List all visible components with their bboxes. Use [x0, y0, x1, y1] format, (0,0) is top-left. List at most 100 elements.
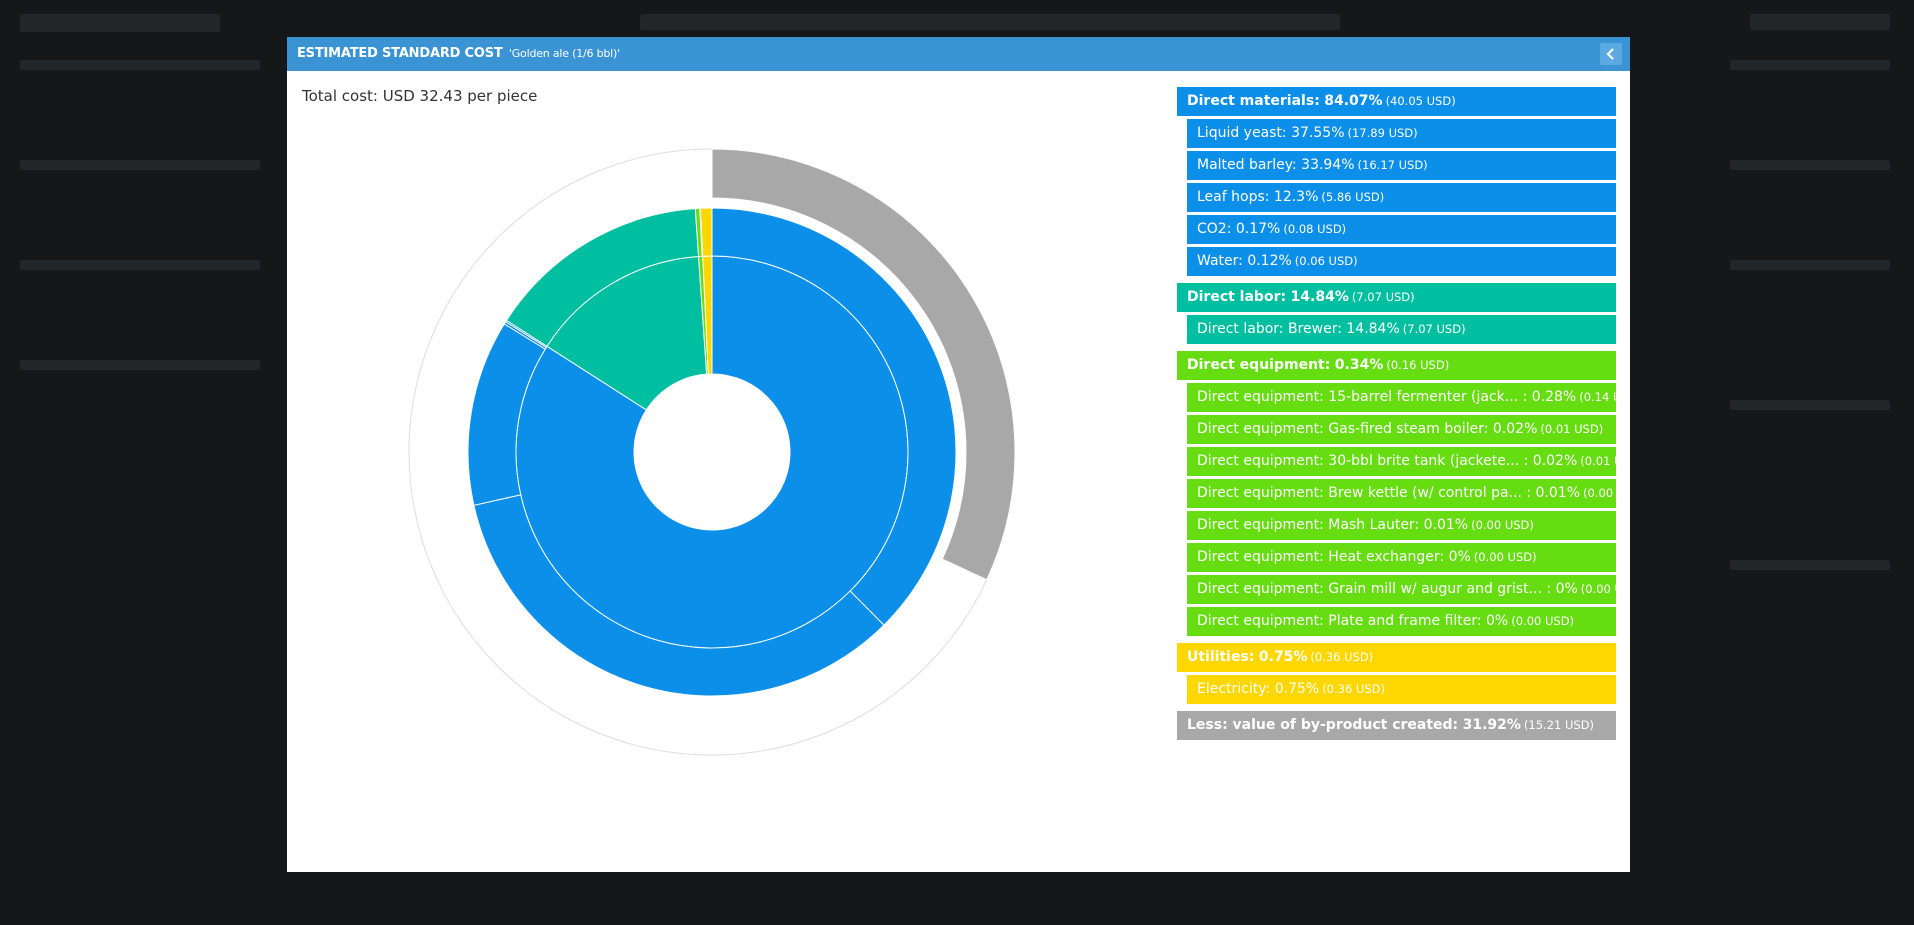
legend-amount: (7.07 USD)	[1351, 290, 1415, 304]
modal-header: ESTIMATED STANDARD COST 'Golden ale (1/6…	[287, 37, 1630, 71]
outer-slice-electricity[interactable]	[699, 207, 713, 257]
legend-percent: 33.94%	[1301, 157, 1355, 173]
legend-item-direct-equipment-mash-lauter[interactable]: Direct equipment: Mash Lauter: 0.01% (0.0…	[1187, 511, 1616, 540]
legend-label: Leaf hops:	[1197, 189, 1270, 205]
legend-item-direct-equipment-gas-fired-steam-boiler[interactable]: Direct equipment: Gas-fired steam boiler…	[1187, 415, 1616, 444]
legend-item-direct-equipment-30-bbl-brite-tank-jackete[interactable]: Direct equipment: 30-bbl brite tank (jac…	[1187, 447, 1616, 476]
legend-amount: (0.01 USD)	[1580, 454, 1616, 468]
modal-title: ESTIMATED STANDARD COST 'Golden ale (1/6…	[297, 37, 620, 71]
legend-item-co2[interactable]: CO2: 0.17% (0.08 USD)	[1187, 215, 1616, 244]
blurred-app-row	[20, 60, 260, 70]
legend-label: Direct equipment: Brew kettle (w/ contro…	[1197, 485, 1532, 501]
cost-sunburst-chart	[408, 148, 1016, 756]
legend-amount: (0.00 USD)	[1580, 582, 1616, 596]
blurred-app-row	[1730, 400, 1890, 410]
legend-item-liquid-yeast[interactable]: Liquid yeast: 37.55% (17.89 USD)	[1187, 119, 1616, 148]
blurred-app-row	[1730, 560, 1890, 570]
legend-amount: (0.00 USD)	[1473, 550, 1537, 564]
legend-amount: (0.14 USD)	[1579, 390, 1616, 404]
blurred-app-row	[1730, 60, 1890, 70]
legend-percent: 12.3%	[1273, 189, 1319, 205]
legend-item-water[interactable]: Water: 0.12% (0.06 USD)	[1187, 247, 1616, 276]
legend-label: Direct labor:	[1187, 289, 1287, 305]
legend-amount: (0.16 USD)	[1386, 358, 1450, 372]
legend-item-direct-equipment[interactable]: Direct equipment: 0.34% (0.16 USD)	[1177, 351, 1616, 380]
legend-percent: 0.75%	[1258, 649, 1308, 665]
legend-item-less-value-of-by-product-created[interactable]: Less: value of by-product created: 31.92…	[1177, 711, 1616, 740]
legend-group-direct-materials: Direct materials: 84.07% (40.05 USD) Liqui…	[1177, 87, 1616, 276]
blurred-app-header	[640, 14, 1340, 30]
legend-percent: 14.84%	[1346, 321, 1400, 337]
blurred-app-row	[1730, 260, 1890, 270]
blurred-app-toolbar	[1750, 14, 1890, 30]
legend-percent: 0.01%	[1423, 517, 1469, 533]
blurred-app-row	[20, 160, 260, 170]
legend-group-direct-labor: Direct labor: 14.84% (7.07 USD) Direct lab…	[1177, 283, 1616, 344]
legend-label: Less: value of by-product created:	[1187, 717, 1459, 733]
legend-amount: (0.36 USD)	[1322, 682, 1385, 696]
legend-label: Direct materials:	[1187, 93, 1320, 109]
legend-amount: (0.08 USD)	[1283, 222, 1347, 236]
legend-item-direct-materials[interactable]: Direct materials: 84.07% (40.05 USD)	[1177, 87, 1616, 116]
modal-subtitle: 'Golden ale (1/6 bbl)'	[508, 47, 620, 60]
legend-amount: (7.07 USD)	[1402, 322, 1466, 336]
legend-item-direct-equipment-plate-and-frame-filter[interactable]: Direct equipment: Plate and frame filter…	[1187, 607, 1616, 636]
legend-percent: 31.92%	[1462, 717, 1521, 733]
legend-item-direct-labor[interactable]: Direct labor: 14.84% (7.07 USD)	[1177, 283, 1616, 312]
legend-item-direct-equipment-heat-exchanger[interactable]: Direct equipment: Heat exchanger: 0% (0.0…	[1187, 543, 1616, 572]
legend-label: Direct equipment: Gas-fired steam boiler…	[1197, 421, 1489, 437]
legend-percent: 0.17%	[1235, 221, 1281, 237]
legend-percent: 0%	[1486, 613, 1509, 629]
legend-item-electricity[interactable]: Electricity: 0.75% (0.36 USD)	[1187, 675, 1616, 704]
legend-item-leaf-hops[interactable]: Leaf hops: 12.3% (5.86 USD)	[1187, 183, 1616, 212]
legend-amount: (5.86 USD)	[1321, 190, 1385, 204]
legend-percent: 37.55%	[1291, 125, 1345, 141]
legend-label: Water:	[1197, 253, 1243, 269]
legend-amount: (0.00 USD)	[1511, 614, 1575, 628]
legend-label: Direct labor: Brewer:	[1197, 321, 1342, 337]
legend-amount: (0.00 USD)	[1471, 518, 1534, 532]
legend-percent: 0.75%	[1274, 681, 1320, 697]
legend-label: Electricity:	[1197, 681, 1271, 697]
legend-amount: (0.06 USD)	[1294, 254, 1358, 268]
blurred-app-title	[20, 14, 220, 32]
blurred-app-row	[20, 360, 260, 370]
cost-modal: ESTIMATED STANDARD COST 'Golden ale (1/6…	[287, 37, 1630, 872]
legend-label: Direct equipment: Heat exchanger:	[1197, 549, 1445, 565]
legend-group-direct-equipment: Direct equipment: 0.34% (0.16 USD) Direct …	[1177, 351, 1616, 636]
blurred-app-row	[20, 260, 260, 270]
legend-amount: (0.01 USD)	[1540, 422, 1604, 436]
legend-label: Direct equipment: 15-barrel fermenter (j…	[1197, 389, 1528, 405]
cost-legend: Direct materials: 84.07% (40.05 USD) Liqui…	[1177, 87, 1616, 747]
legend-item-malted-barley[interactable]: Malted barley: 33.94% (16.17 USD)	[1187, 151, 1616, 180]
legend-item-utilities[interactable]: Utilities: 0.75% (0.36 USD)	[1177, 643, 1616, 672]
chevron-left-icon	[1606, 48, 1614, 60]
legend-item-direct-equipment-grain-mill-w-augur-and-grist[interactable]: Direct equipment: Grain mill w/ augur an…	[1187, 575, 1616, 604]
legend-amount: (15.21 USD)	[1523, 718, 1595, 732]
legend-label: CO2:	[1197, 221, 1232, 237]
legend-label: Utilities:	[1187, 649, 1255, 665]
legend-item-direct-equipment-15-barrel-fermenter-jack[interactable]: Direct equipment: 15-barrel fermenter (j…	[1187, 383, 1616, 412]
legend-item-direct-labor-brewer[interactable]: Direct labor: Brewer: 14.84% (7.07 USD)	[1187, 315, 1616, 344]
legend-percent: 0%	[1448, 549, 1471, 565]
legend-amount: (0.00 USD)	[1583, 486, 1616, 500]
legend-group-utilities: Utilities: 0.75% (0.36 USD) Electricity: 0…	[1177, 643, 1616, 704]
legend-amount: (40.05 USD)	[1385, 94, 1456, 108]
legend-percent: 0%	[1555, 581, 1578, 597]
legend-amount: (0.36 USD)	[1310, 650, 1374, 664]
modal-title-text: ESTIMATED STANDARD COST	[297, 46, 503, 61]
legend-label: Direct equipment: Mash Lauter:	[1197, 517, 1420, 533]
legend-percent: 0.01%	[1535, 485, 1580, 501]
legend-label: Malted barley:	[1197, 157, 1297, 173]
legend-amount: (16.17 USD)	[1357, 158, 1428, 172]
legend-percent: 0.34%	[1334, 357, 1384, 373]
legend-percent: 14.84%	[1290, 289, 1349, 305]
total-cost: Total cost: USD 32.43 per piece	[302, 87, 538, 105]
legend-percent: 0.02%	[1492, 421, 1538, 437]
legend-label: Direct equipment: Grain mill w/ augur an…	[1197, 581, 1552, 597]
legend-item-direct-equipment-brew-kettle-w-control-pa[interactable]: Direct equipment: Brew kettle (w/ contro…	[1187, 479, 1616, 508]
blurred-app-row	[1730, 160, 1890, 170]
legend-percent: 84.07%	[1324, 93, 1383, 109]
collapse-button[interactable]	[1600, 43, 1622, 65]
legend-label: Direct equipment: Plate and frame filter…	[1197, 613, 1482, 629]
